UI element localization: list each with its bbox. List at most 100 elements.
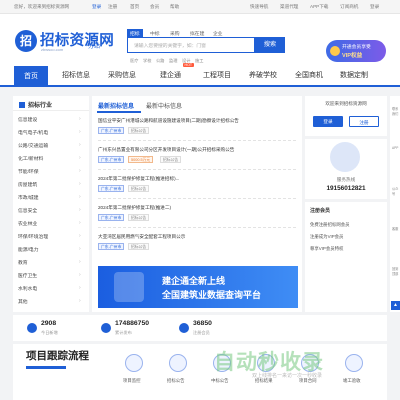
industry-item[interactable]: 化工/新材料 (18, 155, 43, 162)
chart-icon (101, 323, 111, 333)
vip-line2: VIP权益 (342, 53, 363, 59)
side-top[interactable]: 回到顶部 (392, 266, 400, 276)
member-link[interactable]: 注册成为VIP会员 (310, 234, 343, 240)
member-link[interactable]: 尊享VIP会员特权 (310, 246, 343, 252)
keyword-link[interactable]: 施工 (195, 58, 203, 64)
nav-jianqitong[interactable]: 建企通 (160, 70, 181, 80)
chevron-right-icon: › (79, 259, 81, 265)
chevron-right-icon: › (79, 181, 81, 187)
type-tag: 招标公告 (128, 127, 150, 134)
bid-title[interactable]: 广州东兴昌置业有限公司分区开发项目设计(一期)公开招标采购公告 (98, 147, 296, 153)
login-link[interactable]: 登录 (92, 4, 101, 10)
nav-school[interactable]: 养破学校 (249, 70, 277, 80)
top-login-link[interactable]: 登录 (370, 4, 379, 10)
region-tag: 广东-广州市 (98, 243, 125, 250)
industry-item[interactable]: 农业林业 (18, 220, 37, 227)
flow-step-icon (125, 354, 143, 372)
top-link-home[interactable]: 首页 (130, 4, 139, 10)
industry-item[interactable]: 能源/电力 (18, 246, 39, 253)
top-link-help[interactable]: 帮助 (170, 4, 179, 10)
vip-banner[interactable]: 开通会员享受 VIP权益 (326, 40, 386, 62)
active-tab-indicator (97, 111, 141, 113)
chevron-right-icon: › (79, 129, 81, 135)
type-tag: 招标公告 (128, 243, 150, 250)
bid-title[interactable]: 2024年第二批保护修复工程(推进二) (98, 205, 296, 211)
keyword-link[interactable]: 监理 (169, 58, 177, 64)
agent-link[interactable]: 渠道代理 (280, 4, 298, 10)
tab-latest-bids[interactable]: 最新招标信息 (98, 101, 134, 110)
flow-step-label: 竣工验收 (343, 378, 361, 383)
flow-step-label: 中标公告 (211, 378, 229, 383)
industry-title: 招标行业 (13, 96, 89, 111)
project-flow: 项目跟踪流程 项目监控 招标公告 中标公告 招标结果 项目合同 竣工验收 (13, 344, 387, 400)
flow-step-icon (169, 354, 187, 372)
jianqitong-banner[interactable]: 建企通全新上线 全国建筑业数据查询平台 (98, 266, 298, 308)
chevron-right-icon: › (79, 233, 81, 239)
watermark-sub: 双上线排名一来访一次一秒收录 (252, 373, 323, 379)
industry-item[interactable]: 其他 (18, 298, 28, 305)
side-contact[interactable]: 联系我们 (392, 106, 400, 116)
flow-step-label: 项目监控 (123, 378, 141, 383)
industry-item[interactable]: 水利水电 (18, 285, 37, 292)
quick-nav-link[interactable]: 快速导航 (250, 4, 268, 10)
industry-item[interactable]: 信息建设 (18, 116, 37, 123)
member-title: 注册会员 (310, 208, 331, 214)
amount-tag: 5000.5万元 (128, 156, 154, 163)
divider (98, 198, 296, 199)
hotline-card: 服务热线 19156012821 (305, 139, 387, 199)
nav-purchase-info[interactable]: 采购信息 (108, 70, 136, 80)
divider (98, 140, 296, 141)
industry-item[interactable]: 教育 (18, 259, 28, 266)
top-link-member[interactable]: 会员 (150, 4, 159, 10)
city-switch[interactable]: 分站 (88, 41, 100, 50)
industry-item[interactable]: 房屋建筑 (18, 181, 37, 188)
bid-title[interactable]: 国信业平安广州港城公路和航道设施建设项目(二期)勘察设计招标公告 (98, 118, 296, 124)
keyword-link[interactable]: 公路 (156, 58, 164, 64)
industry-item[interactable]: 环保/环境治理 (18, 233, 48, 240)
flow-step-icon (345, 354, 363, 372)
stats-bar: 2908 今日新增 174886750 累计发布 36850 注册会员 (13, 315, 387, 341)
top-bar: 您好，欢迎来到招标资源网 登录 注册 首页 会员 帮助 快速导航 渠道代理 AP… (0, 0, 400, 14)
tab-latest-wins[interactable]: 最新中标信息 (146, 101, 182, 110)
flow-step-label: 招标公告 (167, 378, 185, 383)
side-app[interactable]: APP (392, 146, 398, 150)
industry-item[interactable]: 医疗卫生 (18, 272, 37, 279)
region-tag: 广东-广州市 (98, 214, 125, 221)
nav-projects[interactable]: 工程项目 (203, 70, 231, 80)
nav-data-custom[interactable]: 数据定制 (340, 70, 368, 80)
chevron-right-icon: › (79, 116, 81, 122)
bid-title[interactable]: 2024年第二批保护修复工程(推进招标)... (98, 176, 296, 182)
subscribe-link[interactable]: 订阅商机 (340, 4, 358, 10)
search-input[interactable]: 请输入您要搜的关键字，如：门窗 (127, 37, 255, 53)
latest-bids-panel: 最新招标信息 最新中标信息 国信业平安广州港城公路和航道设施建设项目(二期)勘察… (92, 96, 302, 312)
back-to-top-icon[interactable]: ▲ (391, 301, 400, 310)
user-panel: 欢迎来到招标资源网 登录 注册 服务热线 19156012821 注册会员 免费… (305, 96, 387, 312)
search-button[interactable]: 搜索 (255, 37, 285, 53)
chevron-right-icon: › (79, 207, 81, 213)
search-placeholder: 请输入您要搜的关键字，如：门窗 (134, 44, 206, 49)
app-download-link[interactable]: APP下载 (310, 4, 328, 10)
nav-business[interactable]: 全国商机 (295, 70, 323, 80)
login-button[interactable]: 登录 (313, 116, 343, 127)
greeting: 欢迎来到招标资源网 (325, 101, 367, 106)
nav-home[interactable]: 首页 (14, 66, 48, 87)
industry-item[interactable]: 信息安全 (18, 207, 37, 214)
nav-bid-info[interactable]: 招标信息 (62, 70, 90, 80)
side-service[interactable]: 客服 (392, 226, 398, 231)
floating-sidebar: 联系我们 APP 公众号 客服 回到顶部 (390, 96, 400, 312)
register-link[interactable]: 注册 (108, 4, 117, 10)
member-link[interactable]: 免费注册招标网会员 (310, 222, 350, 228)
industry-item[interactable]: 电气电子/机电 (18, 129, 48, 136)
keyword-link[interactable]: 学校 (143, 58, 151, 64)
type-tag: 招标公告 (128, 214, 150, 221)
bid-title[interactable]: 大亚湾区居民用燃气安全配套工程项目公示 (98, 234, 296, 240)
building-icon (114, 272, 144, 302)
chevron-right-icon: › (79, 168, 81, 174)
side-wechat[interactable]: 公众号 (392, 186, 400, 196)
logo-icon[interactable]: 招 (15, 30, 37, 52)
industry-item[interactable]: 市政/城建 (18, 194, 39, 201)
industry-item[interactable]: 公路/交通运输 (18, 142, 48, 149)
register-button[interactable]: 注册 (349, 116, 379, 127)
keyword-link[interactable]: 医疗 (130, 58, 138, 64)
industry-item[interactable]: 节能/环保 (18, 168, 39, 175)
